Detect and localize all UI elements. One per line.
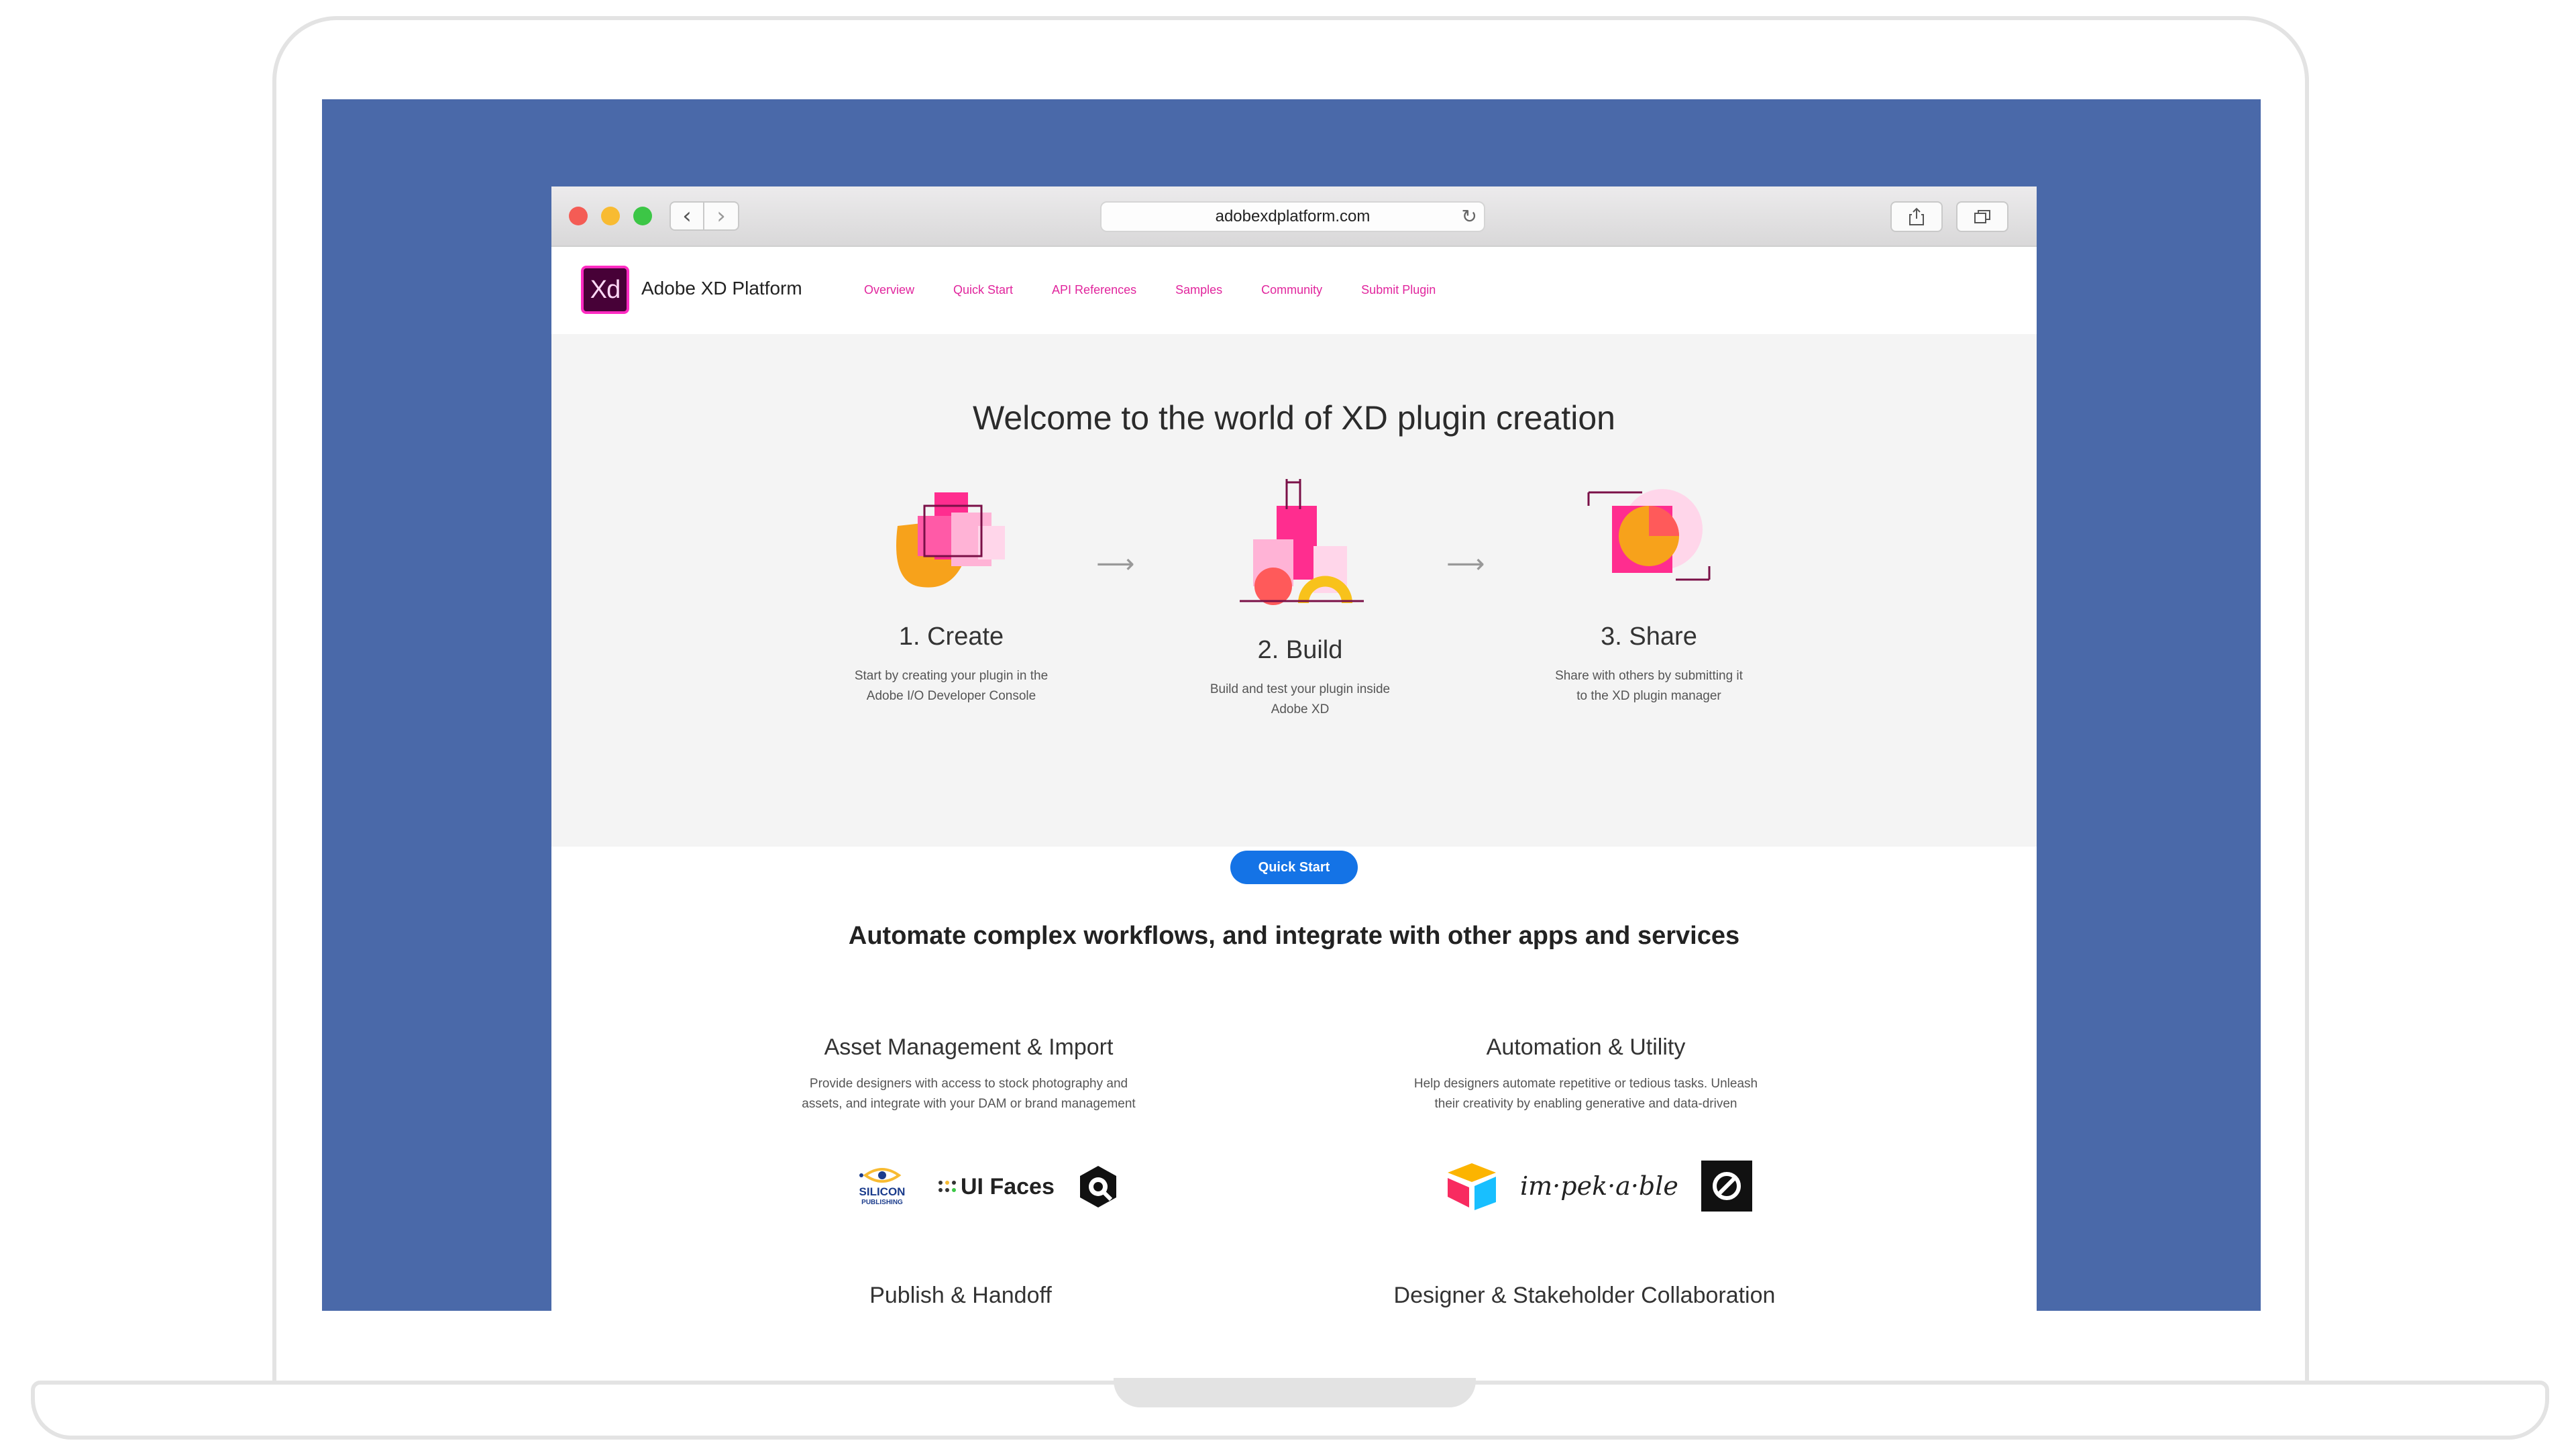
step-description: Start by creating your plugin in the Ado… — [817, 666, 1085, 706]
xd-logo[interactable]: Xd — [581, 266, 629, 314]
hexagon-q-logo-icon[interactable] — [1075, 1163, 1122, 1210]
browser-window: ‹ › adobexdplatform.com ↻ Xd Adobe XD Pl… — [551, 186, 2037, 1311]
category-publish-handoff: Publish & Handoff — [746, 1283, 1175, 1309]
tabs-icon — [1974, 210, 1990, 223]
site-header: Xd Adobe XD Platform Overview Quick Star… — [551, 247, 2037, 334]
step-description-line: Share with others by submitting it — [1555, 669, 1743, 683]
chevron-left-icon: ‹ — [682, 203, 692, 229]
silicon-logo-text: SILICON — [859, 1185, 906, 1198]
share-icon — [1909, 207, 1924, 225]
category-title: Publish & Handoff — [869, 1283, 1052, 1308]
step-title: 3. Share — [1601, 623, 1697, 651]
category-description: Help designers automate repetitive or te… — [1371, 1074, 1801, 1114]
step-create: 1. Create Start by creating your plugin … — [817, 479, 1085, 706]
reload-icon[interactable]: ↻ — [1462, 205, 1477, 227]
laptop-notch — [1114, 1378, 1476, 1407]
maximize-window-button[interactable] — [633, 207, 652, 225]
automation-partner-logos: im·pek·a·ble — [1445, 1161, 1752, 1212]
quick-start-button[interactable]: Quick Start — [1230, 851, 1358, 884]
step-description-line: to the XD plugin manager — [1576, 689, 1721, 703]
close-window-button[interactable] — [569, 207, 588, 225]
step-title: 2. Build — [1257, 636, 1343, 664]
category-title: Automation & Utility — [1486, 1034, 1686, 1060]
create-illustration-icon — [896, 492, 1005, 588]
nav-samples[interactable]: Samples — [1175, 283, 1222, 297]
step-share: 3. Share Share with others by submitting… — [1515, 479, 1783, 706]
nav-api-references[interactable]: API References — [1052, 283, 1136, 297]
arrow-right-icon: ⟶ — [1096, 549, 1135, 580]
silicon-logo-subtext: PUBLISHING — [861, 1198, 903, 1206]
ui-faces-logo[interactable]: UI Faces — [938, 1174, 1055, 1200]
category-title: Asset Management & Import — [824, 1034, 1114, 1060]
category-description-line: Provide designers with access to stock p… — [809, 1077, 1128, 1091]
asset-partner-logos: SILICON PUBLISHING UI Faces — [845, 1163, 1122, 1210]
nav-community[interactable]: Community — [1261, 283, 1322, 297]
step-title: 1. Create — [898, 623, 1004, 651]
share-illustration-icon — [1587, 489, 1711, 581]
minimize-window-button[interactable] — [601, 207, 620, 225]
nav-submit-plugin[interactable]: Submit Plugin — [1361, 283, 1436, 297]
site-title[interactable]: Adobe XD Platform — [641, 278, 802, 299]
ui-faces-text: UI Faces — [961, 1173, 1055, 1199]
airtable-logo-icon[interactable] — [1445, 1161, 1499, 1212]
category-description-line: Help designers automate repetitive or te… — [1413, 1077, 1758, 1091]
share-button[interactable] — [1890, 201, 1943, 232]
build-illustration-icon — [1240, 479, 1364, 605]
back-button[interactable]: ‹ — [669, 201, 704, 231]
browser-titlebar: ‹ › adobexdplatform.com ↻ — [551, 186, 2037, 247]
step-description: Share with others by submitting it to th… — [1515, 666, 1783, 706]
category-title: Designer & Stakeholder Collaboration — [1393, 1283, 1776, 1308]
slashed-o-logo-icon[interactable] — [1701, 1161, 1752, 1212]
step-description-line: Adobe I/O Developer Console — [866, 689, 1036, 703]
hero-title: Welcome to the world of XD plugin creati… — [973, 399, 1615, 437]
category-description: Provide designers with access to stock p… — [754, 1074, 1183, 1114]
address-bar[interactable]: adobexdplatform.com ↻ — [1100, 201, 1485, 232]
xd-logo-text: Xd — [590, 275, 621, 304]
ui-faces-grid-icon — [938, 1181, 956, 1192]
laptop-screen: ‹ › adobexdplatform.com ↻ Xd Adobe XD Pl… — [322, 99, 2261, 1311]
step-description-line: Build and test your plugin inside — [1210, 682, 1391, 696]
nav-quick-start[interactable]: Quick Start — [953, 283, 1013, 297]
impekable-logo-text[interactable]: im·pek·a·ble — [1520, 1171, 1678, 1201]
category-designer-collaboration: Designer & Stakeholder Collaboration — [1370, 1283, 1799, 1309]
step-description-line: Start by creating your plugin in the — [854, 669, 1049, 683]
silicon-eye-icon — [859, 1167, 902, 1183]
forward-button[interactable]: › — [704, 201, 739, 231]
step-description: Build and test your plugin inside Adobe … — [1166, 680, 1434, 720]
step-description-line: Adobe XD — [1271, 702, 1330, 716]
tabs-overview-button[interactable] — [1956, 201, 2008, 232]
category-asset-management: Asset Management & Import Provide design… — [754, 1034, 1183, 1114]
category-automation-utility: Automation & Utility Help designers auto… — [1371, 1034, 1801, 1114]
silicon-publishing-logo[interactable]: SILICON PUBLISHING — [845, 1166, 919, 1208]
nav-overview[interactable]: Overview — [864, 283, 914, 297]
step-build: 2. Build Build and test your plugin insi… — [1166, 479, 1434, 720]
hero-section: Welcome to the world of XD plugin creati… — [551, 334, 2037, 884]
chevron-right-icon: › — [716, 203, 726, 229]
arrow-right-icon: ⟶ — [1446, 549, 1485, 580]
main-nav: Overview Quick Start API References Samp… — [864, 283, 1474, 297]
workflows-title: Automate complex workflows, and integrat… — [848, 922, 1740, 950]
url-text: adobexdplatform.com — [1215, 207, 1371, 225]
category-description-line: their creativity by enabling generative … — [1434, 1097, 1737, 1111]
category-description-line: assets, and integrate with your DAM or b… — [802, 1097, 1136, 1111]
